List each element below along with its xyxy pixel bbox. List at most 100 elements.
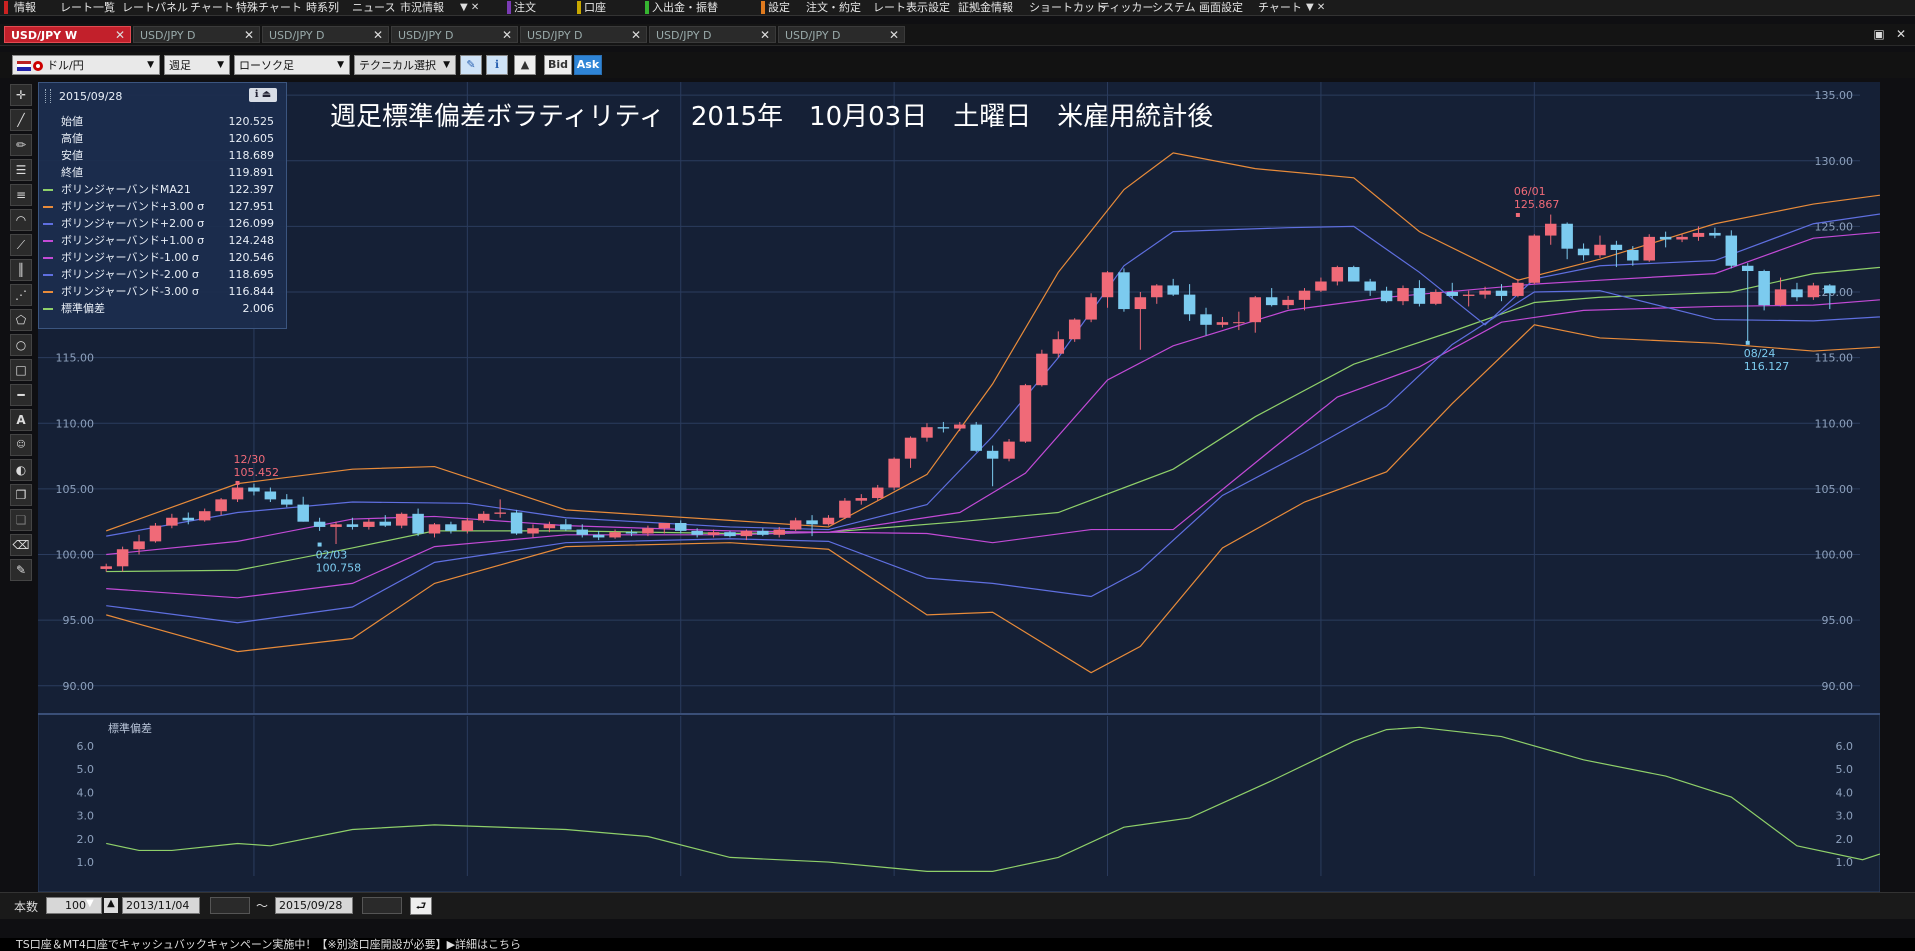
line-tool-icon[interactable]: ━ bbox=[10, 384, 32, 406]
menu-item-19[interactable]: チャート bbox=[1258, 0, 1302, 15]
menu-item-3[interactable]: チャート bbox=[190, 0, 234, 15]
menu-item-9[interactable]: 口座 bbox=[584, 0, 606, 15]
menu-item-14[interactable]: 証拠金情報 bbox=[958, 0, 1013, 15]
tab-label: USD/JPY D bbox=[269, 29, 325, 42]
tab-chart-6[interactable]: USD/JPY D ✕ bbox=[778, 26, 905, 43]
to-time-input[interactable] bbox=[362, 897, 402, 914]
menu-overflow-icon[interactable]: ▼ ✕ bbox=[460, 0, 479, 15]
annotation-date: 02/03 bbox=[316, 549, 348, 562]
close-icon[interactable]: ✕ bbox=[1893, 27, 1909, 41]
chart-area[interactable]: 135.00130.00125.00120.00115.00115.00110.… bbox=[37, 82, 1915, 893]
info-settings-icon[interactable]: ℹ ⏏ bbox=[249, 88, 277, 102]
candle-body bbox=[773, 529, 785, 535]
info-button[interactable]: ℹ bbox=[486, 55, 508, 75]
circle-tool-icon[interactable]: ○ bbox=[10, 334, 32, 356]
candle-body bbox=[1315, 281, 1327, 291]
tab-close-icon[interactable]: ✕ bbox=[502, 27, 512, 44]
refresh-button[interactable]: ⮐ bbox=[410, 897, 432, 915]
menu-item-2[interactable]: レートパネル bbox=[122, 0, 188, 15]
menu-item-0[interactable]: 情報 bbox=[14, 0, 36, 15]
from-time-input[interactable] bbox=[210, 897, 250, 914]
info-row: ボリンジャーバンド-2.00 σ 118.695 bbox=[39, 266, 286, 283]
icon-tool-icon[interactable]: ☺ bbox=[10, 434, 32, 456]
ask-button[interactable]: Ask bbox=[574, 55, 602, 75]
copy-tool-icon[interactable]: ❐ bbox=[10, 484, 32, 506]
vlines-tool-icon[interactable]: ║ bbox=[10, 259, 32, 281]
bid-button[interactable]: Bid bbox=[544, 55, 572, 75]
candle-body bbox=[1430, 292, 1442, 304]
candle-body bbox=[445, 524, 457, 531]
tab-chart-0[interactable]: USD/JPY W ✕ bbox=[4, 26, 131, 43]
menu-item-5[interactable]: 時系列 bbox=[306, 0, 339, 15]
candle-body bbox=[215, 499, 227, 512]
candle-body bbox=[576, 529, 588, 535]
tab-close-icon[interactable]: ✕ bbox=[889, 27, 899, 44]
tab-chart-3[interactable]: USD/JPY D ✕ bbox=[391, 26, 518, 43]
maximize-icon[interactable]: ▣ bbox=[1871, 27, 1887, 41]
count-down-icon[interactable]: ▼ bbox=[86, 898, 94, 909]
menu-item-11[interactable]: 設定 bbox=[768, 0, 790, 15]
trendline-tool-icon[interactable]: ╱ bbox=[10, 109, 32, 131]
from-date-input[interactable]: 2013/11/04 bbox=[122, 897, 200, 914]
menu-item-17[interactable]: システム bbox=[1152, 0, 1196, 15]
tab-close-icon[interactable]: ✕ bbox=[631, 27, 641, 44]
candle-body bbox=[543, 524, 556, 529]
info-drag-handle[interactable] bbox=[45, 89, 51, 103]
tab-chart-1[interactable]: USD/JPY D ✕ bbox=[133, 26, 260, 43]
menu-item-18[interactable]: 画面設定 bbox=[1199, 0, 1243, 15]
area-chart-button[interactable]: ▲ bbox=[514, 55, 536, 75]
tab-chart-2[interactable]: USD/JPY D ✕ bbox=[262, 26, 389, 43]
menu-item-16[interactable]: ティッカー bbox=[1099, 0, 1153, 15]
menu-overflow-icon-2[interactable]: ▼ ✕ bbox=[1306, 0, 1325, 15]
menu-item-7[interactable]: 市況情報 bbox=[400, 0, 444, 15]
news-text[interactable]: TS口座＆MT4口座でキャッシュバックキャンペーン実施中！【※別途口座開設が必要… bbox=[0, 938, 521, 951]
tab-chart-4[interactable]: USD/JPY D ✕ bbox=[520, 26, 647, 43]
candle-body bbox=[592, 534, 605, 538]
info-row: 終値 119.891 bbox=[39, 164, 286, 181]
tab-close-icon[interactable]: ✕ bbox=[373, 27, 383, 44]
legend-swatch bbox=[43, 240, 53, 242]
rectangle-tool-icon[interactable]: □ bbox=[10, 359, 32, 381]
period-select[interactable]: 週足 ▼ bbox=[164, 55, 230, 75]
menu-item-4[interactable]: 特殊チャート bbox=[236, 0, 302, 15]
main-plot-bg bbox=[38, 82, 1880, 712]
info-label: 始値 bbox=[61, 115, 83, 128]
draw-pen-button[interactable]: ✎ bbox=[460, 55, 482, 75]
menu-color-marker bbox=[645, 1, 649, 14]
tab-close-icon[interactable]: ✕ bbox=[760, 27, 770, 44]
tab-chart-5[interactable]: USD/JPY D ✕ bbox=[649, 26, 776, 43]
menu-item-15[interactable]: ショートカット bbox=[1029, 0, 1106, 15]
pentagon-tool-icon[interactable]: ⬠ bbox=[10, 309, 32, 331]
toggle-tool-icon[interactable]: ◐ bbox=[10, 459, 32, 481]
technical-select[interactable]: テクニカル選択 ▼ bbox=[354, 55, 456, 75]
tab-close-icon[interactable]: ✕ bbox=[244, 27, 254, 44]
fib-arc-tool-icon[interactable]: ◠ bbox=[10, 209, 32, 231]
candle-body bbox=[1380, 290, 1393, 302]
count-up-icon[interactable]: ▲ bbox=[104, 898, 118, 913]
crosshair-tool-icon[interactable]: ✛ bbox=[10, 84, 32, 106]
paste-tool-icon[interactable]: ❏ bbox=[10, 509, 32, 531]
menu-item-1[interactable]: レート一覧 bbox=[60, 0, 115, 15]
text-tool-icon[interactable]: A bbox=[10, 409, 32, 431]
menu-item-8[interactable]: 注文 bbox=[514, 0, 536, 15]
hline-tool-icon[interactable]: ☰ bbox=[10, 159, 32, 181]
candle-body bbox=[1528, 235, 1541, 283]
menu-item-12[interactable]: 注文・約定 bbox=[806, 0, 861, 15]
candle-body bbox=[100, 566, 112, 569]
menu-item-6[interactable]: ニュース bbox=[352, 0, 395, 15]
eraser-tool-icon[interactable]: ⌫ bbox=[10, 534, 32, 556]
pitchfork-tool-icon[interactable]: ⋰ bbox=[10, 284, 32, 306]
to-date-input[interactable]: 2015/09/28 bbox=[275, 897, 353, 914]
fan-tool-icon[interactable]: ⟋ bbox=[10, 234, 32, 256]
candle-body bbox=[1348, 267, 1360, 282]
currency-pair-select[interactable]: ドル/円 ▼ bbox=[12, 55, 160, 75]
tab-close-icon[interactable]: ✕ bbox=[115, 27, 125, 44]
chart-canvas[interactable]: 135.00130.00125.00120.00115.00115.00110.… bbox=[37, 82, 1915, 893]
ruler-tool-icon[interactable]: ✏ bbox=[10, 134, 32, 156]
menu-item-13[interactable]: レート表示設定 bbox=[873, 0, 950, 15]
chart-type-select[interactable]: ローソク足 ▼ bbox=[234, 55, 350, 75]
menu-item-10[interactable]: 入出金・振替 bbox=[652, 0, 718, 15]
channel-tool-icon[interactable]: ≡ bbox=[10, 184, 32, 206]
erase-all-tool-icon[interactable]: ✎ bbox=[10, 559, 32, 581]
info-value: 120.605 bbox=[228, 132, 275, 145]
